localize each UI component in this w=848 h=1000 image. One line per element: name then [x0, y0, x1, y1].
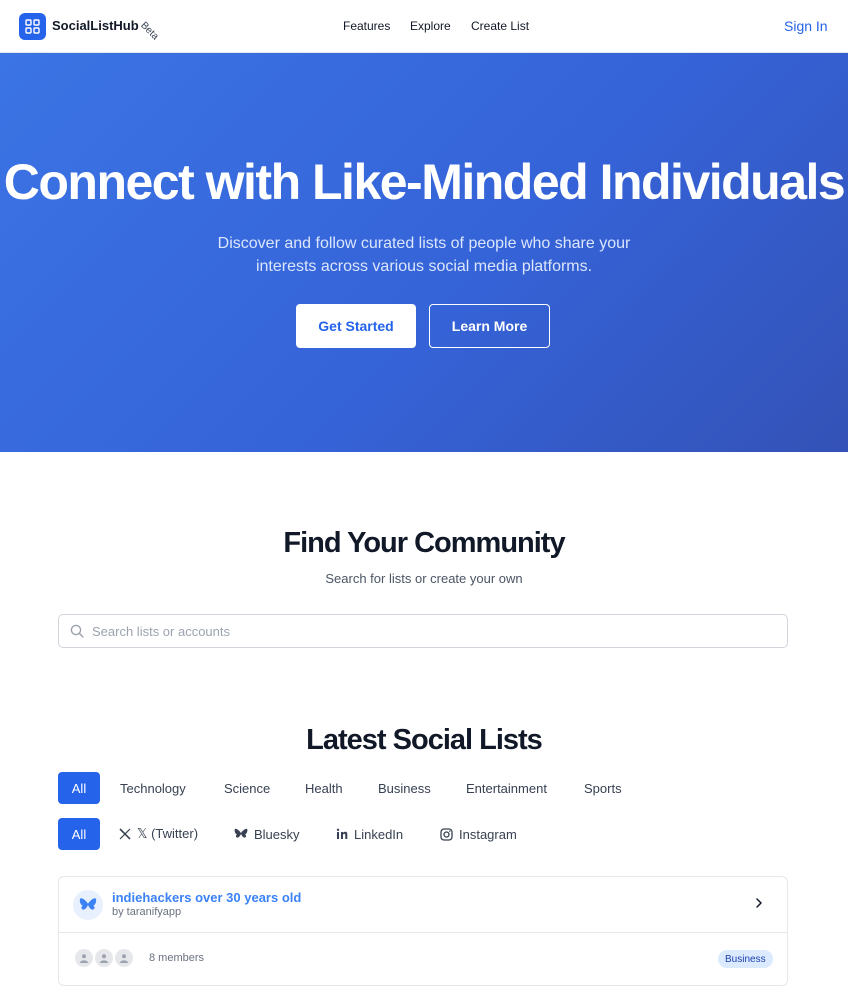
find-community-subtitle: Search for lists or create your own [325, 571, 523, 586]
hero-subtitle: Discover and follow curated lists of peo… [217, 235, 631, 275]
nav-explore[interactable]: Explore [410, 19, 451, 33]
member-avatar-icon [93, 947, 115, 969]
platform-instagram-label: Instagram [459, 826, 517, 842]
list-title[interactable]: indiehackers over 30 years old [112, 890, 301, 905]
platform-all-label: All [71, 826, 87, 842]
search-icon [70, 624, 84, 638]
member-avatars: 8 members [73, 947, 204, 969]
brand-name[interactable]: SocialListHub [52, 18, 139, 33]
category-entertainment[interactable]: Entertainment [466, 772, 547, 804]
latest-lists-title: Latest Social Lists [306, 724, 543, 756]
linkedin-icon [336, 828, 348, 840]
member-count: 8 members [149, 952, 205, 964]
nav-features[interactable]: Features [343, 19, 390, 33]
list-card-header: indiehackers over 30 years old by tarani… [59, 877, 787, 933]
sign-in-link[interactable]: Sign In [784, 18, 828, 34]
category-technology[interactable]: Technology [120, 772, 186, 804]
list-author: by taranifyapp [112, 906, 182, 918]
platform-bluesky[interactable]: Bluesky [234, 818, 300, 850]
platform-linkedin[interactable]: LinkedIn [336, 818, 403, 850]
social-list-card[interactable]: indiehackers over 30 years old by tarani… [58, 876, 788, 986]
category-business[interactable]: Business [378, 772, 431, 804]
bluesky-icon [234, 828, 248, 840]
category-sports[interactable]: Sports [584, 772, 622, 804]
search-input[interactable] [92, 623, 772, 639]
platform-all[interactable]: All [58, 818, 100, 850]
instagram-icon [440, 827, 453, 841]
platform-x-label: 𝕏 (Twitter) [137, 826, 199, 841]
category-tag: Business [718, 950, 773, 968]
platform-instagram[interactable]: Instagram [440, 818, 517, 850]
hero-section: Connect with Like-Minded Individuals Dis… [0, 53, 848, 452]
member-avatar-icon [73, 947, 95, 969]
logo-icon[interactable] [19, 13, 46, 40]
platform-linkedin-label: LinkedIn [354, 826, 404, 842]
bluesky-icon [79, 898, 97, 910]
category-all[interactable]: All [58, 772, 100, 804]
platform-bluesky-label: Bluesky [254, 826, 300, 842]
search-box[interactable] [58, 614, 788, 648]
find-community-title: Find Your Community [283, 527, 565, 559]
chevron-right-icon[interactable] [754, 897, 764, 909]
category-science[interactable]: Science [224, 772, 270, 804]
get-started-button[interactable]: Get Started [296, 304, 416, 348]
beta-badge: Beta [138, 20, 161, 43]
platform-x-twitter[interactable]: 𝕏 (Twitter) [119, 818, 198, 850]
category-health[interactable]: Health [305, 772, 343, 804]
member-avatar-icon [113, 947, 135, 969]
top-navbar: SocialListHub Beta Features Explore Crea… [0, 0, 848, 53]
learn-more-button[interactable]: Learn More [429, 304, 550, 348]
nav-create-list[interactable]: Create List [471, 19, 529, 33]
x-icon [119, 828, 131, 840]
list-platform-avatar [73, 890, 103, 920]
hero-title: Connect with Like-Minded Individuals [3, 154, 846, 210]
